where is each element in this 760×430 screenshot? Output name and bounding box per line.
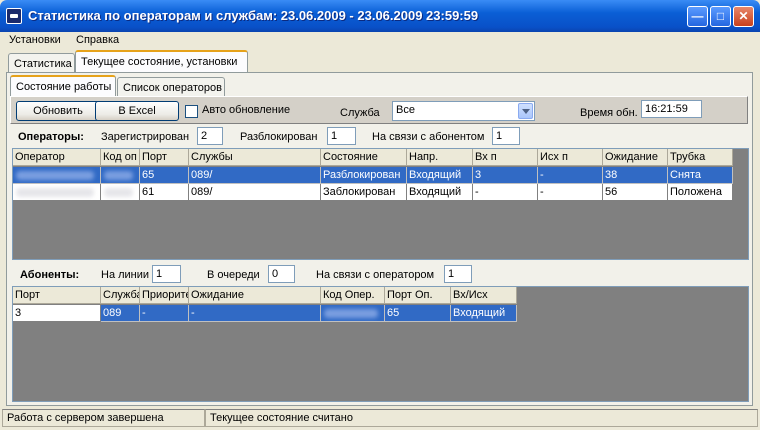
queue-field[interactable]: 0: [268, 265, 295, 283]
with-operator-field[interactable]: 1: [444, 265, 472, 283]
handset-cell: Положена: [668, 184, 733, 201]
port-cell: 3: [13, 305, 101, 322]
operator-name-cell: [13, 184, 101, 201]
incoming-cell: 3: [473, 167, 538, 184]
queue-label: В очереди: [207, 269, 260, 281]
col-in-out[interactable]: Вх/Исх: [451, 287, 517, 304]
unblocked-label: Разблокирован: [240, 131, 318, 143]
table-row[interactable]: 65 089/ Разблокирован Входящий 3 - 38 Сн…: [13, 167, 733, 184]
tab-current-state[interactable]: Текущее состояние, установки: [75, 50, 248, 73]
auto-refresh-checkbox[interactable]: [185, 105, 198, 118]
on-call-label: На связи с абонентом: [372, 131, 485, 143]
services-cell: 089/: [189, 184, 321, 201]
col-handset[interactable]: Трубка: [668, 149, 733, 166]
window-title: Статистика по операторам и службам: 23.0…: [28, 8, 479, 23]
col-service[interactable]: Служба: [101, 287, 140, 304]
operator-code-cell: [321, 305, 385, 322]
waiting-cell: -: [189, 305, 321, 322]
subscribers-title: Абоненты:: [20, 269, 80, 281]
menu-help[interactable]: Справка: [76, 34, 119, 46]
priority-cell: -: [140, 305, 189, 322]
refresh-button[interactable]: Обновить: [16, 101, 100, 121]
refresh-time-label: Время обн.: [580, 107, 638, 119]
col-state[interactable]: Состояние: [321, 149, 407, 166]
col-outgoing[interactable]: Исх п: [538, 149, 603, 166]
on-line-field[interactable]: 1: [152, 265, 181, 283]
state-cell: Заблокирован: [321, 184, 407, 201]
excel-button[interactable]: В Excel: [95, 101, 179, 121]
status-state: Текущее состояние считано: [205, 409, 758, 427]
col-operator-code[interactable]: Код оп: [101, 149, 140, 166]
tab-operator-list[interactable]: Список операторов: [117, 77, 225, 97]
incoming-cell: -: [473, 184, 538, 201]
on-line-label: На линии: [101, 269, 150, 281]
refresh-time-field[interactable]: 16:21:59: [641, 100, 702, 118]
operator-code-cell: [101, 167, 140, 184]
direction-cell: Входящий: [407, 167, 473, 184]
waiting-cell: 56: [603, 184, 668, 201]
table-row[interactable]: 3 089 - - 65 Входящий: [13, 305, 517, 322]
maximize-button[interactable]: □: [710, 6, 731, 27]
col-port[interactable]: Порт: [140, 149, 189, 166]
service-select-value: Все: [396, 104, 415, 116]
col-waiting[interactable]: Ожидание: [603, 149, 668, 166]
col-services[interactable]: Службы: [189, 149, 321, 166]
handset-cell: Снята: [668, 167, 733, 184]
services-cell: 089/: [189, 167, 321, 184]
app-icon: [6, 8, 22, 24]
col-port[interactable]: Порт: [13, 287, 101, 304]
col-operator[interactable]: Оператор: [13, 149, 101, 166]
col-waiting[interactable]: Ожидание: [189, 287, 321, 304]
on-call-field[interactable]: 1: [492, 127, 520, 145]
service-select[interactable]: Все: [392, 101, 535, 121]
col-direction[interactable]: Напр.: [407, 149, 473, 166]
unblocked-field[interactable]: 1: [327, 127, 356, 145]
service-cell: 089: [101, 305, 140, 322]
table-row[interactable]: 61 089/ Заблокирован Входящий - - 56 Пол…: [13, 184, 733, 201]
col-operator-port[interactable]: Порт Оп.: [385, 287, 451, 304]
operators-table-header: Оператор Код оп Порт Службы Состояние На…: [13, 149, 733, 167]
registered-field[interactable]: 2: [197, 127, 223, 145]
subscribers-table-header: Порт Служба Приорите Ожидание Код Опер. …: [13, 287, 517, 305]
in-out-cell: Входящий: [451, 305, 517, 322]
outgoing-cell: -: [538, 167, 603, 184]
registered-label: Зарегистрирован: [101, 131, 190, 143]
col-operator-code[interactable]: Код Опер.: [321, 287, 385, 304]
operators-title: Операторы:: [18, 131, 84, 143]
outgoing-cell: -: [538, 184, 603, 201]
minimize-button[interactable]: —: [687, 6, 708, 27]
operator-name-cell: [13, 167, 101, 184]
tab-statistics[interactable]: Статистика: [8, 53, 75, 73]
service-label: Служба: [340, 107, 380, 119]
col-priority[interactable]: Приорите: [140, 287, 189, 304]
tab-work-state[interactable]: Состояние работы: [10, 75, 116, 96]
port-cell: 61: [140, 184, 189, 201]
operator-port-cell: 65: [385, 305, 451, 322]
col-incoming[interactable]: Вх п: [473, 149, 538, 166]
menu-bar: Установки Справка: [3, 32, 757, 50]
close-button[interactable]: ✕: [733, 6, 754, 27]
state-cell: Разблокирован: [321, 167, 407, 184]
auto-refresh-label: Авто обновление: [202, 104, 291, 116]
operator-code-cell: [101, 184, 140, 201]
status-server: Работа с сервером завершена: [2, 409, 205, 427]
chevron-down-icon[interactable]: [518, 103, 533, 119]
with-operator-label: На связи с оператором: [316, 269, 435, 281]
waiting-cell: 38: [603, 167, 668, 184]
menu-settings[interactable]: Установки: [9, 34, 61, 46]
direction-cell: Входящий: [407, 184, 473, 201]
port-cell: 65: [140, 167, 189, 184]
